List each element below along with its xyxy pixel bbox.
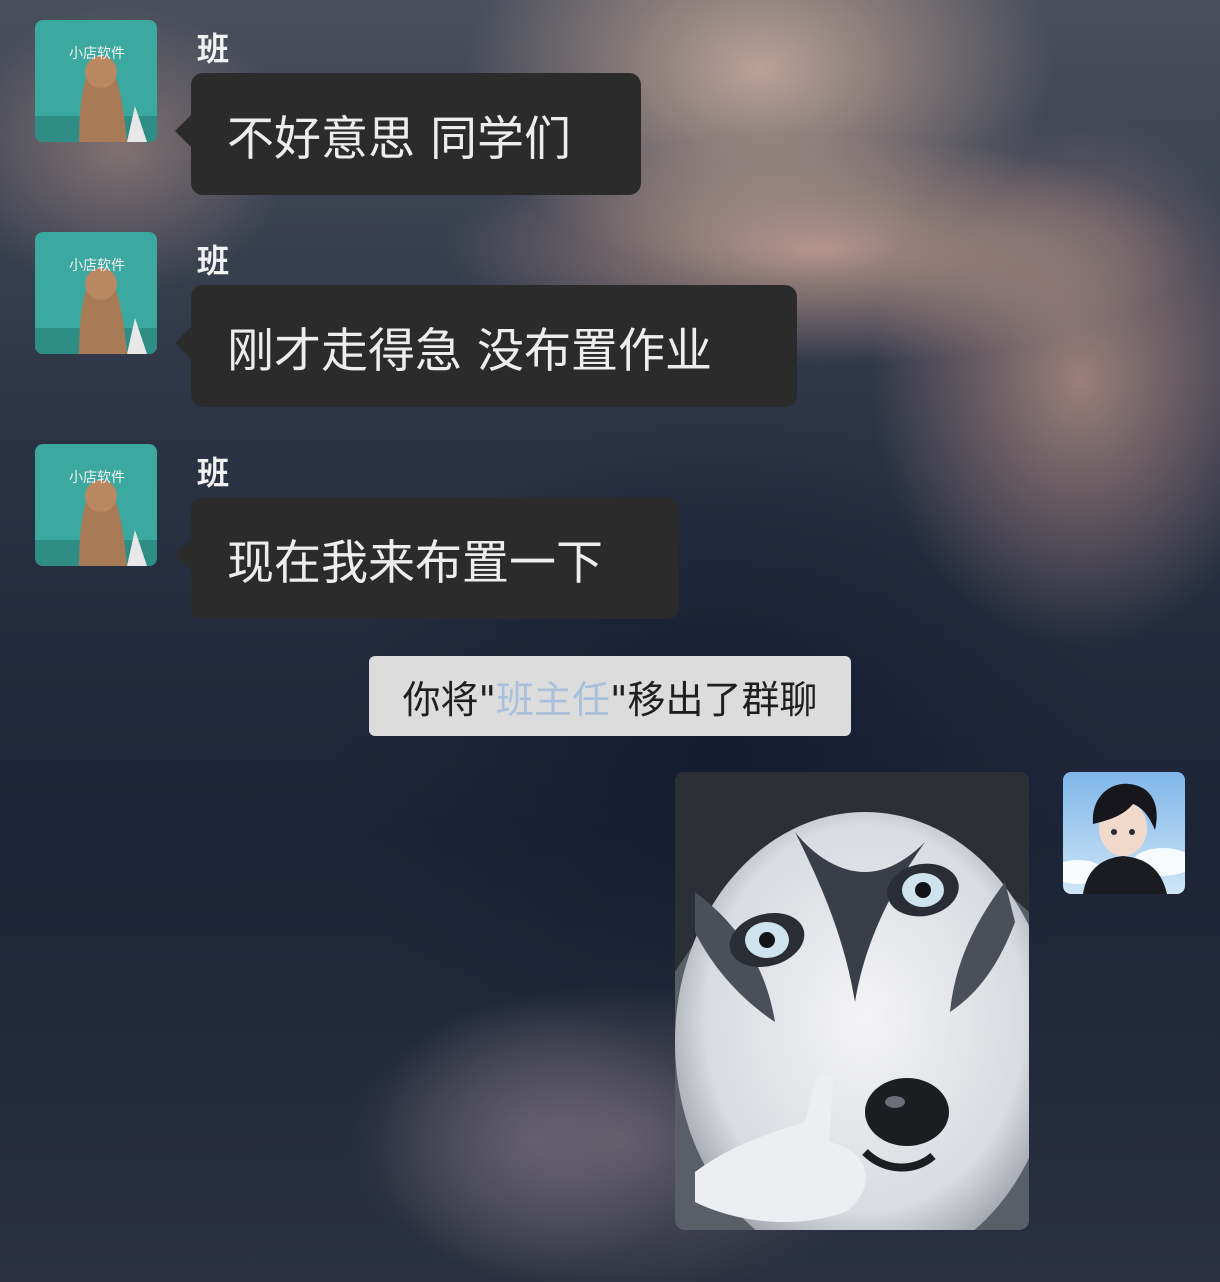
notice-prefix: 你将" xyxy=(402,677,496,722)
message-bubble[interactable]: 刚才走得急 没布置作业 xyxy=(175,285,797,407)
notice-suffix: "移出了群聊 xyxy=(610,677,818,722)
avatar-caption: 小店软件 xyxy=(69,258,125,274)
teacher-avatar-icon[interactable]: 小店软件 xyxy=(35,232,157,354)
system-notice: 你将" 班主任 "移出了群聊 xyxy=(369,656,851,736)
anime-boy-avatar-icon[interactable] xyxy=(1063,772,1185,894)
teacher-avatar-icon[interactable]: 小店软件 xyxy=(35,444,157,566)
chat-background-shape xyxy=(370,1000,700,1280)
removed-member-link[interactable]: 班主任 xyxy=(496,669,610,724)
husky-sticker-image[interactable] xyxy=(675,772,1029,1230)
avatar-caption: 小店软件 xyxy=(69,470,125,486)
teacher-avatar-icon[interactable]: 小店软件 xyxy=(35,20,157,142)
message-bubble[interactable]: 不好意思 同学们 xyxy=(175,73,641,195)
avatar-caption: 小店软件 xyxy=(69,46,125,62)
message-bubble[interactable]: 现在我来布置一下 xyxy=(175,497,679,619)
